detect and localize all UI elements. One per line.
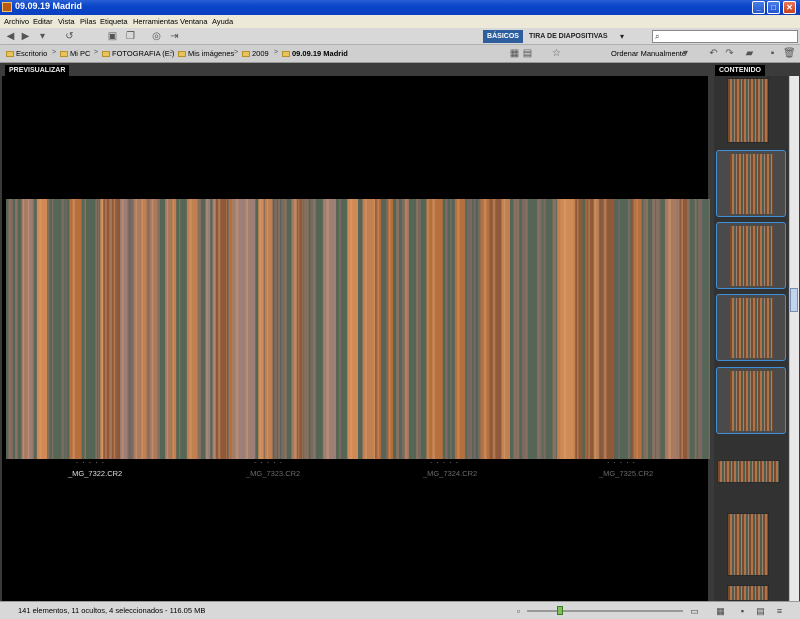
rating-dots[interactable]: · · · · ·	[76, 459, 105, 467]
rotate-right-icon[interactable]: ↷	[724, 48, 735, 59]
camera-download-icon[interactable]: ▣	[107, 31, 118, 42]
workspace-basicos-tab[interactable]: BÁSICOS	[483, 30, 523, 43]
workspace-more-dropdown[interactable]: ▾	[620, 30, 624, 43]
filter-icon[interactable]: ▤	[522, 48, 533, 59]
breadcrumb-escritorio[interactable]: Escritorio	[6, 49, 47, 58]
folder-icon	[178, 51, 186, 57]
content-thumbnail[interactable]	[727, 585, 769, 601]
content-thumbnail[interactable]	[717, 460, 780, 483]
title-bar: 09.09.19 Madrid _ □ ✕	[0, 0, 800, 15]
zoom-out-icon[interactable]: ▫	[513, 606, 524, 616]
breadcrumb-separator-icon[interactable]: >	[274, 49, 278, 56]
content-thumbnail[interactable]	[727, 78, 769, 143]
menu-ayuda[interactable]: Ayuda	[212, 17, 233, 26]
rating-dots[interactable]: · · · · ·	[607, 459, 636, 467]
filename-label: _MG_7324.CR2	[423, 469, 478, 478]
zoom-in-icon[interactable]: ▭	[689, 606, 700, 616]
return-to-app-icon[interactable]: ↺	[64, 31, 75, 42]
menu-vista[interactable]: Vista	[58, 17, 75, 26]
content-thumbnail-selected[interactable]	[716, 222, 786, 289]
drive-icon	[102, 51, 110, 57]
status-bar: 141 elementos, 11 ocultos, 4 seleccionad…	[0, 601, 800, 619]
output-icon[interactable]: ⇥	[169, 31, 180, 42]
content-thumbnail-selected[interactable]	[716, 367, 786, 434]
breadcrumb-separator-icon[interactable]: >	[234, 49, 238, 56]
filename-label: _MG_7323.CR2	[246, 469, 301, 478]
toolbar: ◀ ▶ ▾ ↺ ▣ ❐ ◎ ⇥ BÁSICOS TIRA DE DIAPOSIT…	[0, 28, 800, 45]
filename-label: _MG_7325.CR2	[599, 469, 654, 478]
breadcrumb-separator-icon[interactable]: >	[170, 49, 174, 56]
desktop-icon	[6, 51, 14, 57]
open-recent-folder-icon[interactable]: ▰	[744, 48, 755, 59]
menu-pilas[interactable]: Pilas	[80, 17, 96, 26]
search-icon: ⌕	[655, 32, 660, 41]
breadcrumb-drive[interactable]: FOTOGRAFIA (E:)	[102, 49, 174, 58]
menu-herramientas[interactable]: Herramientas	[133, 17, 178, 26]
content-scrollbar[interactable]	[789, 76, 799, 601]
star-rating-filter-icon[interactable]: ☆	[551, 48, 562, 59]
history-dropdown-icon[interactable]: ▾	[37, 31, 48, 42]
content-thumbnail[interactable]	[727, 513, 769, 576]
breadcrumb-mis-imagenes[interactable]: Mis imágenes	[178, 49, 234, 58]
content-thumbnail-selected[interactable]	[716, 294, 786, 361]
new-folder-icon[interactable]: ▪	[767, 48, 778, 59]
minimize-button[interactable]: _	[752, 1, 765, 14]
computer-icon	[60, 51, 68, 57]
view-list-icon[interactable]: ≡	[774, 606, 785, 616]
breadcrumb-2009[interactable]: 2009	[242, 49, 269, 58]
breadcrumb-separator-icon[interactable]: >	[94, 49, 98, 56]
back-arrow-icon[interactable]: ◀	[5, 31, 16, 42]
preview-image-1[interactable]	[6, 199, 182, 459]
menu-archivo[interactable]: Archivo	[4, 17, 29, 26]
search-input[interactable]: ⌕	[652, 30, 798, 43]
thumbnail-size-slider-knob[interactable]	[557, 606, 563, 615]
content-thumbnail-selected[interactable]	[716, 150, 786, 217]
rating-dots[interactable]: · · · · ·	[430, 459, 459, 467]
breadcrumb-current-folder[interactable]: 09.09.19 Madrid	[282, 49, 348, 58]
breadcrumb-separator-icon[interactable]: >	[52, 49, 56, 56]
content-scrollbar-thumb[interactable]	[790, 288, 798, 312]
grid-lock-icon[interactable]: ▦	[715, 606, 726, 616]
menu-editar[interactable]: Editar	[33, 17, 53, 26]
view-thumbnails-icon[interactable]: ▪	[737, 606, 748, 616]
tab-previsualizar[interactable]: PREVISUALIZAR	[5, 65, 70, 76]
menu-bar: Archivo Editar Vista Pilas Etiqueta Herr…	[0, 15, 800, 28]
workspace-tira-tab[interactable]: TIRA DE DIAPOSITIVAS	[529, 30, 608, 43]
bridge-app-icon	[2, 2, 12, 12]
status-text: 141 elementos, 11 ocultos, 4 seleccionad…	[18, 606, 206, 615]
panel-tab-strip	[0, 64, 800, 76]
maximize-button[interactable]: □	[767, 1, 780, 14]
rating-dots[interactable]: · · · · ·	[254, 459, 283, 467]
preview-image-2[interactable]	[182, 199, 358, 459]
delete-trash-icon[interactable]: 🗑	[783, 48, 796, 59]
thumbnail-size-slider[interactable]	[527, 610, 683, 612]
rotate-left-icon[interactable]: ↶	[708, 48, 719, 59]
folder-icon	[282, 51, 290, 57]
close-button[interactable]: ✕	[783, 1, 796, 14]
folder-icon	[242, 51, 250, 57]
filename-label: _MG_7322.CR2	[68, 469, 123, 478]
sort-dropdown[interactable]: Ordenar Manualmente	[611, 49, 686, 58]
refine-icon[interactable]: ❐	[125, 31, 136, 42]
menu-etiqueta[interactable]: Etiqueta	[100, 17, 128, 26]
sort-dropdown-arrow-icon[interactable]: ▾	[680, 48, 691, 59]
camera-raw-icon[interactable]: ◎	[151, 31, 162, 42]
preview-image-3[interactable]	[358, 199, 534, 459]
breadcrumb-mi-pc[interactable]: Mi PC	[60, 49, 90, 58]
view-details-icon[interactable]: ▤	[755, 606, 766, 616]
tab-contenido[interactable]: CONTENIDO	[715, 65, 765, 76]
forward-arrow-icon[interactable]: ▶	[20, 31, 31, 42]
window-title: 09.09.19 Madrid	[15, 1, 83, 11]
thumbnail-quality-icon[interactable]: ▦	[509, 48, 520, 59]
preview-image-4[interactable]	[534, 199, 710, 459]
menu-ventana[interactable]: Ventana	[180, 17, 208, 26]
path-bar: Escritorio > Mi PC > FOTOGRAFIA (E:) > M…	[0, 45, 800, 63]
